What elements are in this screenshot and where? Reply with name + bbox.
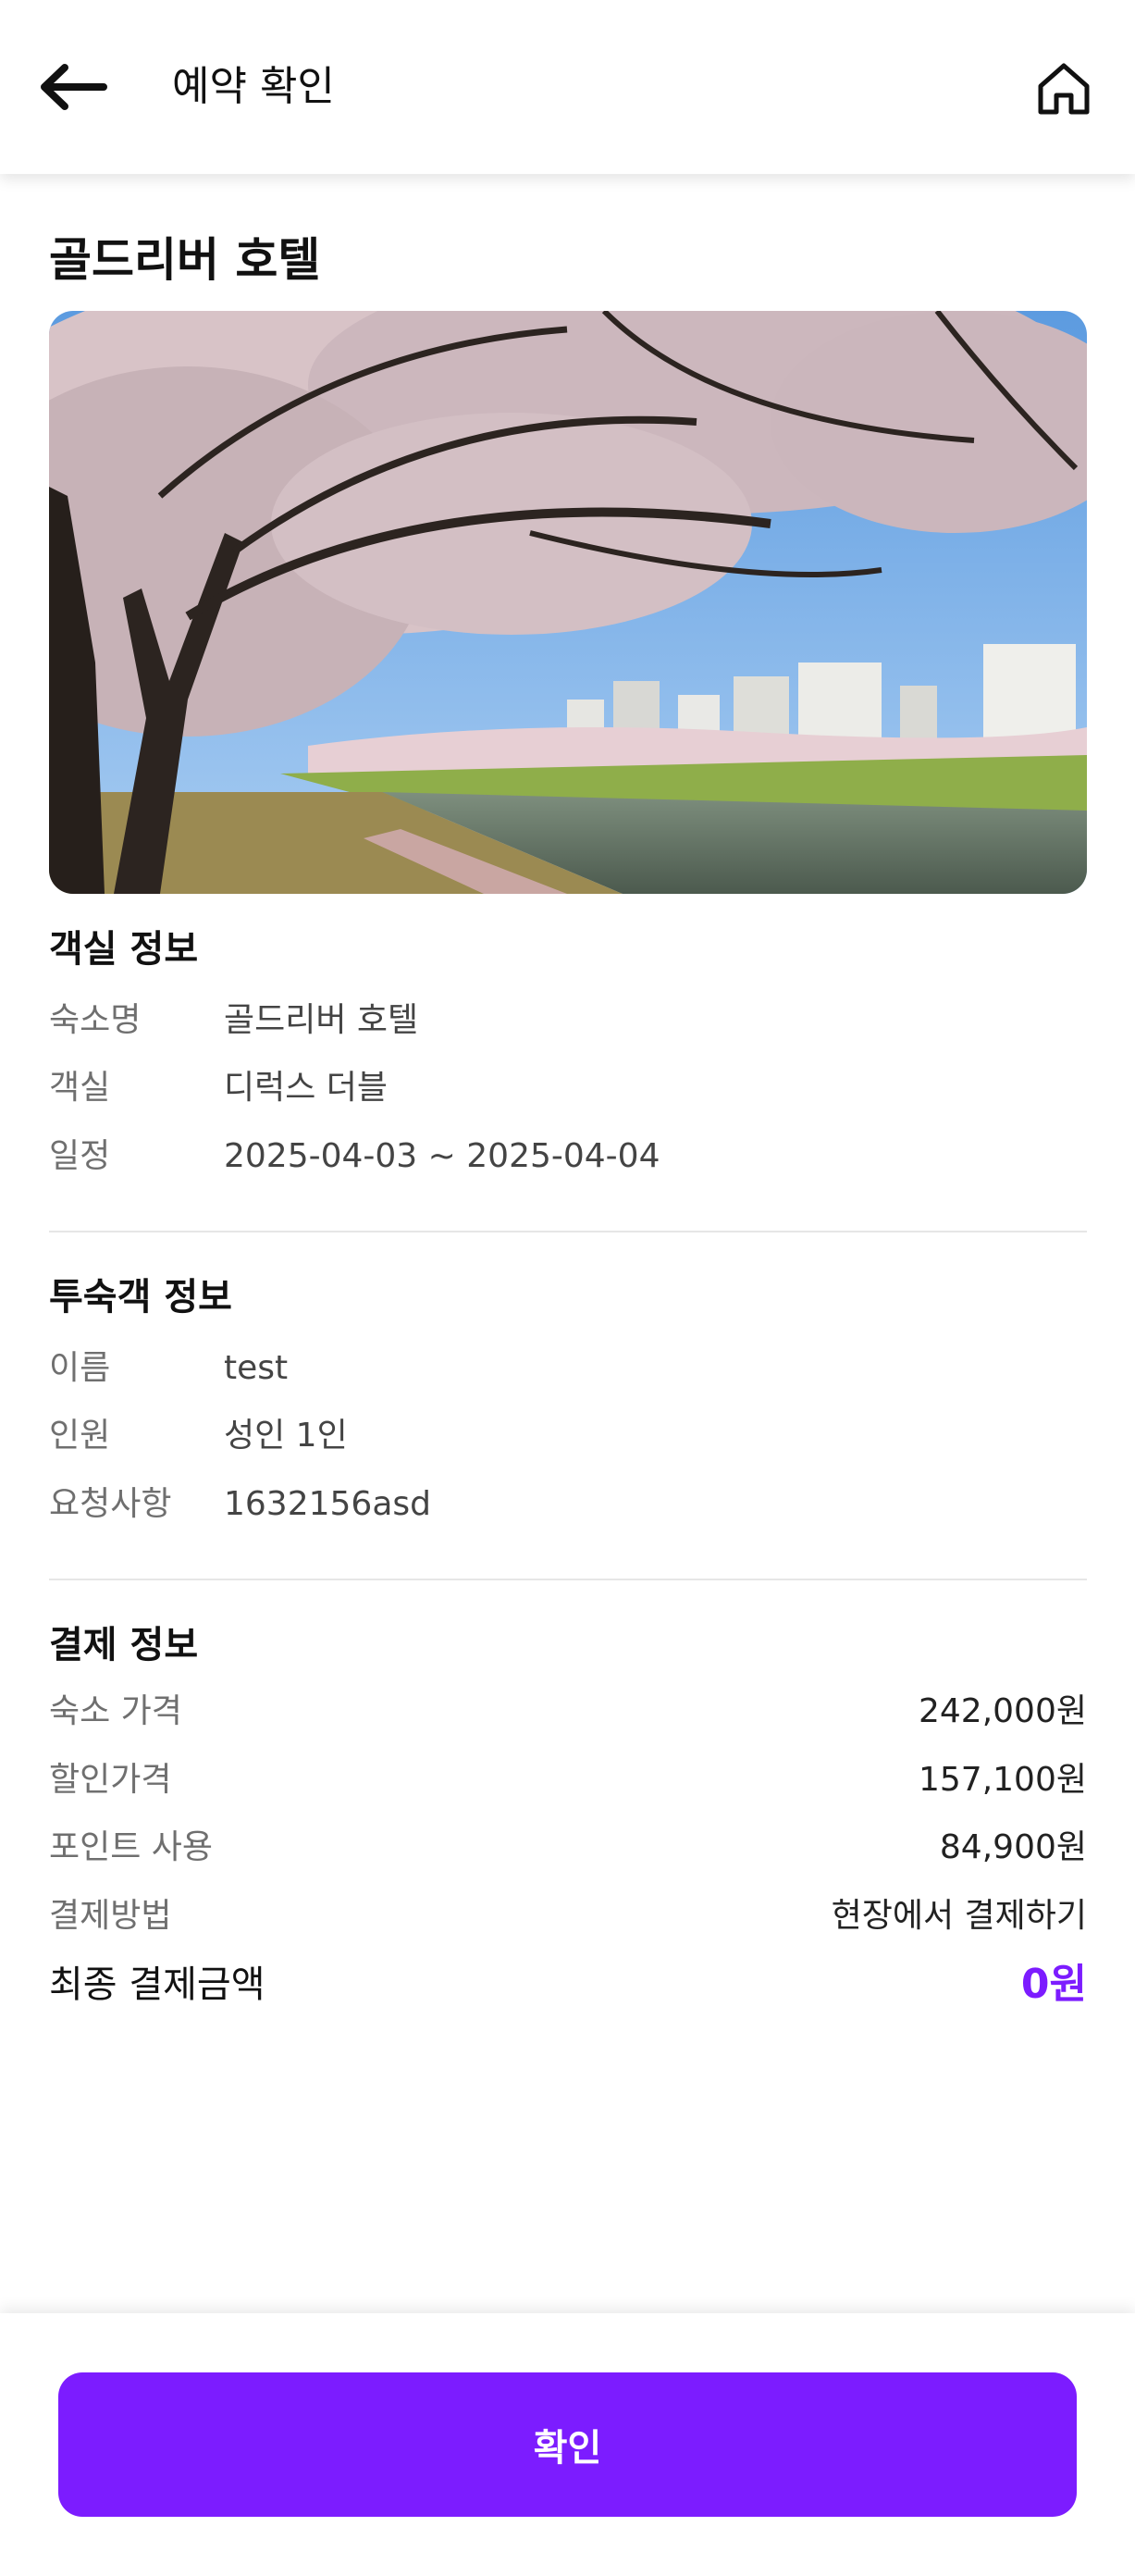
row-label: 결제방법 [49,1897,172,1935]
row-label: 객실 [49,1069,111,1107]
row-value: 157,100원 [919,1761,1087,1799]
room-info-title: 객실 정보 [49,928,199,971]
row-label: 숙소명 [49,1001,142,1039]
row-label: 할인가격 [49,1761,172,1799]
row-label: 인원 [49,1417,111,1455]
guest-info-row: 요청사항 1632156asd [49,1481,1087,1528]
row-value: 성인 1인 [224,1417,348,1455]
page-title: 예약 확인 [172,63,335,110]
row-value: 2025-04-03 ~ 2025-04-04 [224,1137,660,1175]
payment-info-title: 결제 정보 [49,1624,199,1666]
confirm-button[interactable]: 확인 [58,2372,1077,2517]
row-value: 84,900원 [939,1828,1087,1866]
final-amount-value: 0원 [1020,1961,1087,2008]
cherry-blossom-photo-icon [49,311,1087,894]
row-label: 이름 [49,1349,111,1387]
home-icon [1038,63,1090,115]
row-value: 242,000원 [919,1692,1087,1730]
row-label: 숙소 가격 [49,1692,182,1730]
top-app-bar: 예약 확인 [0,0,1135,174]
payment-row: 할인가격 157,100원 [49,1757,1087,1803]
row-label: 일정 [49,1137,111,1175]
hotel-name: 골드리버 호텔 [49,233,321,287]
guest-info-row: 이름 test [49,1345,1087,1392]
hotel-photo [49,311,1087,894]
guest-info-title: 투숙객 정보 [49,1276,232,1319]
payment-row: 포인트 사용 84,900원 [49,1825,1087,1871]
room-info-row: 객실 디럭스 더블 [49,1065,1087,1111]
guest-info-row: 인원 성인 1인 [49,1413,1087,1459]
section-divider [49,1231,1087,1232]
room-info-section: 객실 정보 숙소명 골드리버 호텔 객실 디럭스 더블 일정 2025-04-0… [49,923,1087,1201]
row-value: 1632156asd [224,1485,431,1523]
row-value: 골드리버 호텔 [224,1001,419,1039]
final-amount-label: 최종 결제금액 [49,1963,265,2006]
bottom-action-bar: 확인 [0,2313,1135,2576]
payment-row: 결제방법 현장에서 결제하기 [49,1893,1087,1939]
row-value: 디럭스 더블 [224,1069,389,1107]
row-value: 현장에서 결제하기 [831,1897,1087,1935]
payment-info-section: 결제 정보 숙소 가격 242,000원 할인가격 157,100원 포인트 사… [49,1619,1087,2036]
home-button[interactable] [1029,54,1099,124]
arrow-left-icon [41,64,107,110]
row-label: 요청사항 [49,1485,172,1523]
section-divider [49,1579,1087,1580]
guest-info-section: 투숙객 정보 이름 test 인원 성인 1인 요청사항 1632156asd [49,1271,1087,1549]
back-button[interactable] [33,54,111,120]
row-value: test [224,1349,289,1387]
room-info-row: 숙소명 골드리버 호텔 [49,997,1087,1044]
row-label: 포인트 사용 [49,1828,214,1866]
room-info-row: 일정 2025-04-03 ~ 2025-04-04 [49,1133,1087,1180]
payment-row: 숙소 가격 242,000원 [49,1689,1087,1735]
